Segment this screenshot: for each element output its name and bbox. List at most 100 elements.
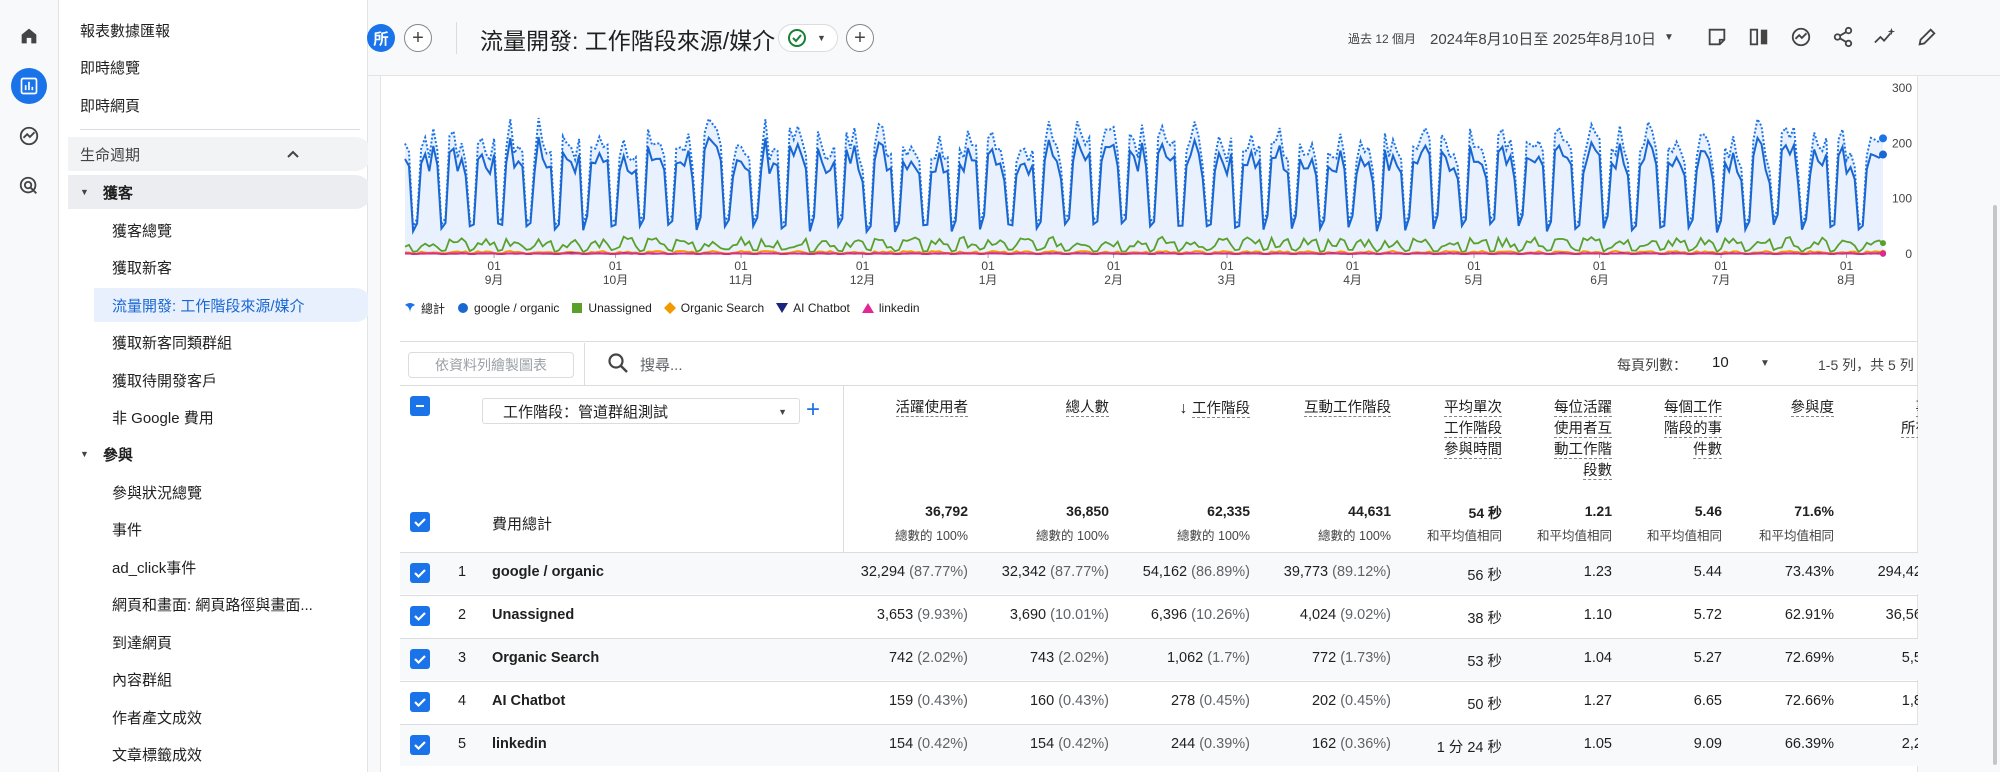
share-icon[interactable] (1830, 24, 1856, 50)
row-checkbox[interactable] (410, 649, 430, 669)
nav-item-acquisition-cohort[interactable]: 獲取新客同類群組 (112, 325, 362, 359)
row-metric-value: 3,653 (9.93%) (828, 607, 968, 623)
comparison-chip-all[interactable]: 所 (367, 24, 395, 52)
compare-columns-icon[interactable] (1746, 24, 1772, 50)
series-end-marker (1880, 240, 1886, 247)
row-dimension-value[interactable]: google / organic (492, 564, 604, 580)
column-header-label: 工作階段 (1192, 401, 1250, 418)
metric-value: 32,294 (860, 564, 906, 580)
nav-item-events[interactable]: 事件 (112, 512, 362, 546)
add-filter-button[interactable]: + (846, 24, 874, 52)
report-status-button[interactable]: ▼ (778, 24, 838, 52)
advertising-icon[interactable] (11, 168, 47, 204)
metric-percent: (10.26%) (1187, 607, 1250, 623)
date-range-prefix: 過去 12 個月 (1348, 32, 1417, 46)
insights-icon[interactable] (1788, 24, 1814, 50)
legend-item[interactable]: Unassigned (571, 301, 652, 315)
row-checkbox[interactable] (410, 692, 430, 712)
row-checkbox[interactable] (410, 563, 430, 583)
nav-item-tag-performance[interactable]: 文章標籤成效 (112, 737, 362, 771)
metric-value: 160 (1029, 693, 1055, 709)
totals-checkbox[interactable] (410, 512, 430, 532)
plot-rows-button[interactable]: 依資料列繪製圖表 (408, 352, 574, 378)
x-tick-month-label: 4月 (1343, 273, 1362, 287)
nav-item-pages-screens[interactable]: 網頁和畫面: 網頁路徑與畫面... (112, 587, 362, 621)
edit-comparisons-icon[interactable] (1704, 24, 1730, 50)
row-metric-value: 278 (0.45%) (1110, 693, 1250, 709)
select-all-rows-checkbox[interactable] (410, 396, 430, 416)
nav-item-author-performance[interactable]: 作者產文成效 (112, 700, 362, 734)
metric-value: 1,062 (1166, 650, 1204, 666)
rows-per-page-caret-icon[interactable]: ▼ (1760, 358, 1770, 369)
column-header[interactable]: 總人數 (969, 398, 1109, 419)
nav-section-engagement[interactable]: ▼ 參與 (68, 437, 372, 471)
nav-item-engagement-overview[interactable]: 參與狀況總覽 (112, 475, 362, 509)
left-rail (0, 0, 58, 772)
metric-percent: (87.77%) (1046, 564, 1109, 580)
row-dimension-value[interactable]: Unassigned (492, 607, 574, 623)
row-metric-value: 5,59 (1790, 650, 1930, 666)
date-range-picker[interactable]: 2024年8月10日至 2025年8月10日 (1430, 28, 1656, 49)
metric-value: 6,396 (1150, 607, 1188, 623)
row-metric-value: 54,162 (86.89%) (1110, 564, 1250, 580)
nav-group-lifecycle[interactable]: 生命週期 (68, 137, 372, 171)
add-comparison-button[interactable]: + (404, 24, 432, 52)
nav-item-landing-page[interactable]: 到達網頁 (112, 625, 362, 659)
dimension-select[interactable]: 工作階段：管道群組測試 ▼ (482, 398, 800, 424)
row-checkbox[interactable] (410, 606, 430, 626)
row-checkbox[interactable] (410, 735, 430, 755)
metric-percent: (0.43%) (1054, 693, 1109, 709)
nav-item-acquisition-overview[interactable]: 獲客總覽 (112, 213, 362, 247)
x-tick-month-label: 3月 (1218, 273, 1237, 287)
metric-value: 54,162 (1142, 564, 1188, 580)
nav-section-label: 參與 (102, 446, 133, 464)
nav-item-realtime-pages[interactable]: 即時網頁 (80, 88, 140, 122)
pencil-icon[interactable] (1914, 24, 1940, 50)
metric-value: 154 (1029, 736, 1055, 752)
nav-item-traffic-acquisition[interactable]: 流量開發: 工作階段來源/媒介 (94, 288, 372, 322)
nav-item-ad-click-events[interactable]: ad_click事件 (112, 550, 362, 584)
nav-item-report-snapshot[interactable]: 報表數據匯報 (80, 13, 170, 47)
row-metric-value: 160 (0.43%) (969, 693, 1109, 709)
nav-section-acquisition[interactable]: ▼ 獲客 (68, 175, 372, 209)
column-header[interactable]: ↓ 工作階段 (1110, 398, 1250, 420)
search-input[interactable]: 搜尋... (640, 354, 683, 375)
nav-item-realtime-overview[interactable]: 即時總覽 (80, 50, 140, 84)
line-chart: 3002001000019月0110月0111月0112月011月012月013… (404, 81, 1912, 287)
row-dimension-value[interactable]: linkedin (492, 736, 547, 752)
nav-item-user-acquisition[interactable]: 獲取新客 (112, 250, 362, 284)
legend-item[interactable]: AI Chatbot (776, 301, 850, 315)
home-icon[interactable] (11, 18, 47, 54)
legend-item[interactable]: linkedin (861, 301, 920, 315)
row-dimension-value[interactable]: AI Chatbot (492, 693, 565, 709)
row-metric-value: 154 (0.42%) (828, 736, 968, 752)
date-range-caret-icon[interactable]: ▼ (1664, 32, 1674, 43)
nav-item-non-google-cost[interactable]: 非 Google 費用 (112, 400, 362, 434)
rows-per-page-select[interactable]: 10 (1712, 354, 1729, 371)
legend-label: Organic Search (680, 301, 765, 315)
totals-label: 費用總計 (492, 516, 553, 533)
legend-item[interactable]: google / organic (457, 301, 559, 315)
series-end-marker (1879, 134, 1887, 143)
series-line (405, 252, 1884, 255)
row-metric-value: 32,294 (87.77%) (828, 564, 968, 580)
legend-item[interactable]: Organic Search (663, 301, 765, 315)
page-scrollbar[interactable] (1993, 205, 1997, 765)
metric-percent: (1.7%) (1203, 650, 1250, 666)
add-dimension-button[interactable]: + (806, 396, 820, 424)
column-header[interactable]: 活躍使用者 (828, 398, 968, 419)
toolbar-divider (584, 343, 585, 385)
column-header-label: 件數 (1693, 442, 1722, 459)
x-tick-day-label: 01 (856, 259, 870, 273)
trend-sparkle-icon[interactable] (1872, 24, 1898, 50)
row-index: 3 (458, 650, 467, 666)
row-dimension-value[interactable]: Organic Search (492, 650, 599, 666)
legend-item[interactable]: 總計 (404, 300, 445, 317)
series-end-marker (1879, 150, 1887, 159)
explore-icon[interactable] (11, 118, 47, 154)
reports-icon[interactable] (11, 68, 47, 104)
column-header[interactable]: 事所有 (1790, 398, 1930, 440)
x-tick-month-label: 7月 (1712, 273, 1731, 287)
nav-item-lead-acquisition[interactable]: 獲取待開發客戶 (112, 363, 362, 397)
nav-item-content-groups[interactable]: 內容群組 (112, 662, 362, 696)
